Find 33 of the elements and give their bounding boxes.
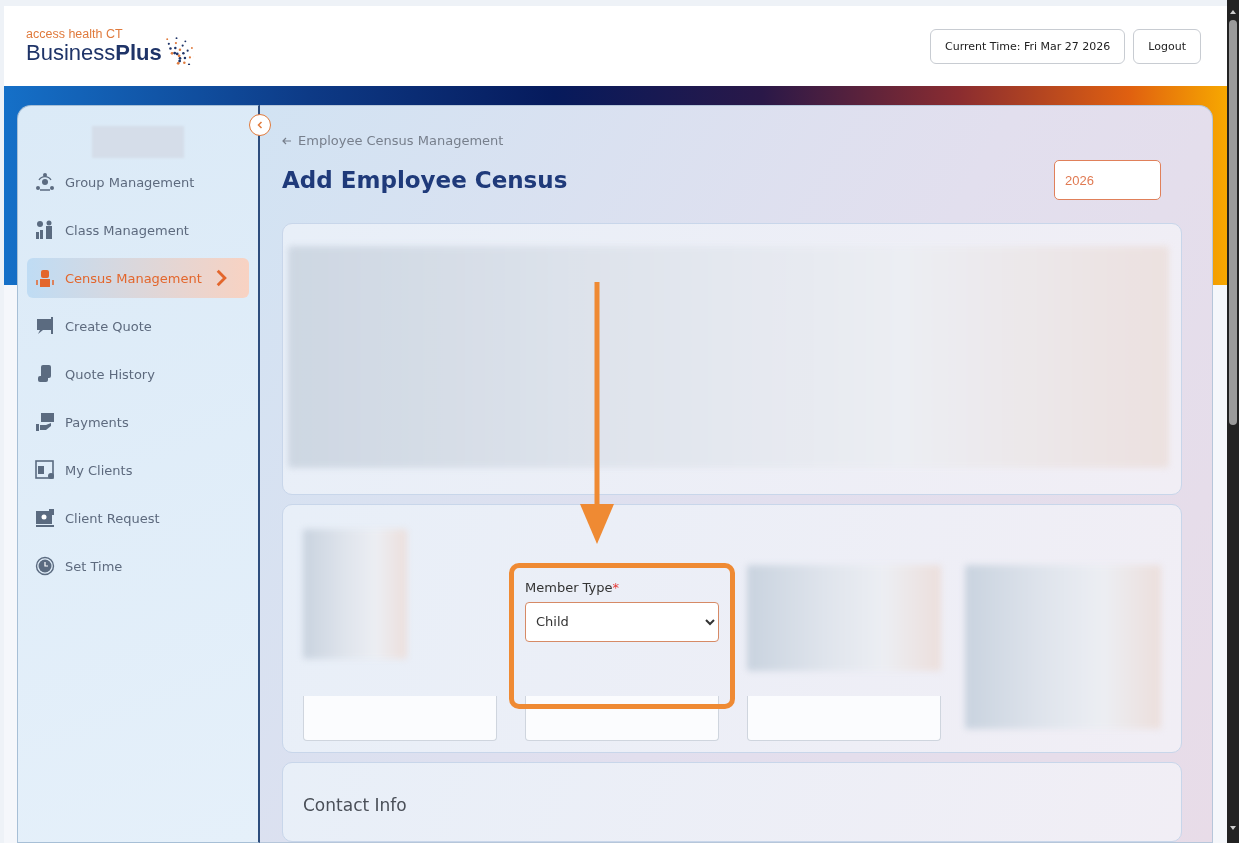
sidebar-item[interactable]: Create Quote (27, 306, 249, 346)
chevron-left-icon (256, 120, 264, 130)
sidebar-item[interactable]: Quote History (27, 354, 249, 394)
year-field[interactable]: 2026 (1054, 160, 1161, 200)
current-time-button[interactable]: Current Time: Fri Mar 27 2026 (930, 28, 1126, 64)
menu-item-icon (35, 316, 55, 336)
logo-wordmark: BusinessPlus (26, 41, 162, 65)
input-field[interactable] (525, 695, 719, 741)
sidebar-item[interactable]: My Clients (27, 450, 249, 490)
input-field[interactable] (303, 695, 497, 741)
back-arrow-icon (282, 135, 292, 146)
member-type-select[interactable]: Child (525, 601, 719, 642)
sidebar-item[interactable]: Set Time (27, 546, 249, 586)
sidebar-item[interactable]: Payments (27, 402, 249, 442)
sidebar-item[interactable]: Group Management (27, 162, 249, 202)
page-title: Add Employee Census (282, 167, 568, 193)
menu-item-icon (35, 268, 55, 288)
menu-item-icon (35, 220, 55, 240)
menu-item-icon (35, 460, 55, 480)
menu-item-icon (35, 508, 55, 528)
collapse-button[interactable] (249, 114, 271, 136)
menu-item-icon (35, 556, 55, 576)
sidebar-item[interactable]: Class Management (27, 210, 249, 250)
field-label: Member Type* (525, 579, 620, 595)
logo-tagline: access health CT (26, 27, 124, 41)
menu-item-icon (35, 412, 55, 432)
logout-button[interactable]: Logout (1133, 28, 1201, 64)
input-field[interactable] (747, 695, 941, 741)
sidebar-item[interactable]: Census Management (27, 258, 249, 298)
sidebar-item[interactable]: Client Request (27, 498, 249, 538)
menu-item-icon (35, 172, 55, 192)
section-title: Contact Info (303, 795, 408, 816)
back-link[interactable]: Employee Census Management (282, 133, 504, 148)
